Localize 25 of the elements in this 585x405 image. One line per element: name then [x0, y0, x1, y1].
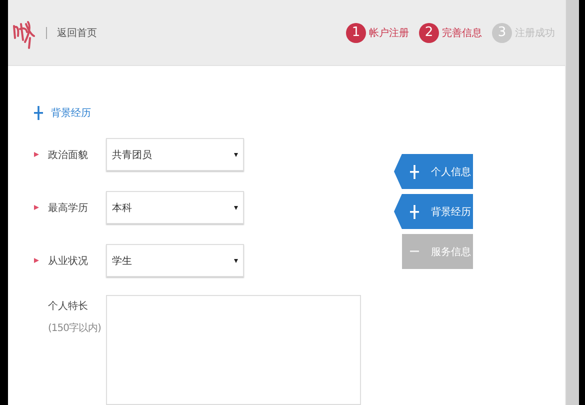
caret-icon [234, 152, 238, 156]
select-field[interactable]: 共青团员 [106, 138, 244, 171]
caret-icon [234, 206, 238, 210]
input-field[interactable] [106, 295, 361, 405]
plus-icon [34, 106, 43, 120]
side-nav-item[interactable]: 个人信息 [394, 154, 473, 189]
caret-icon [234, 258, 238, 262]
field-label: 最高学历 [48, 202, 89, 214]
step-number: 1 [346, 22, 366, 42]
step-number: 2 [419, 22, 439, 42]
step-label: 完善信息 [442, 26, 482, 40]
field-label: 政治面貌 [48, 148, 89, 162]
scrollbar[interactable] [565, 0, 579, 405]
minus-icon [410, 250, 419, 253]
step-label: 帐户注册 [369, 26, 409, 40]
section-title: 背景经历 [51, 106, 91, 120]
field-hint: (150字以内) [48, 322, 102, 335]
select-field[interactable]: 本科 [106, 191, 244, 224]
select-field[interactable]: 学生 [106, 244, 244, 277]
side-nav-item[interactable]: 背景经历 [394, 194, 473, 229]
plus-icon [410, 204, 419, 218]
field-label: 从业状况 [48, 254, 89, 268]
field-label: 个人特长 [48, 300, 89, 313]
back-home-link[interactable]: 返回首页 [57, 26, 97, 40]
plus-icon [410, 164, 419, 178]
